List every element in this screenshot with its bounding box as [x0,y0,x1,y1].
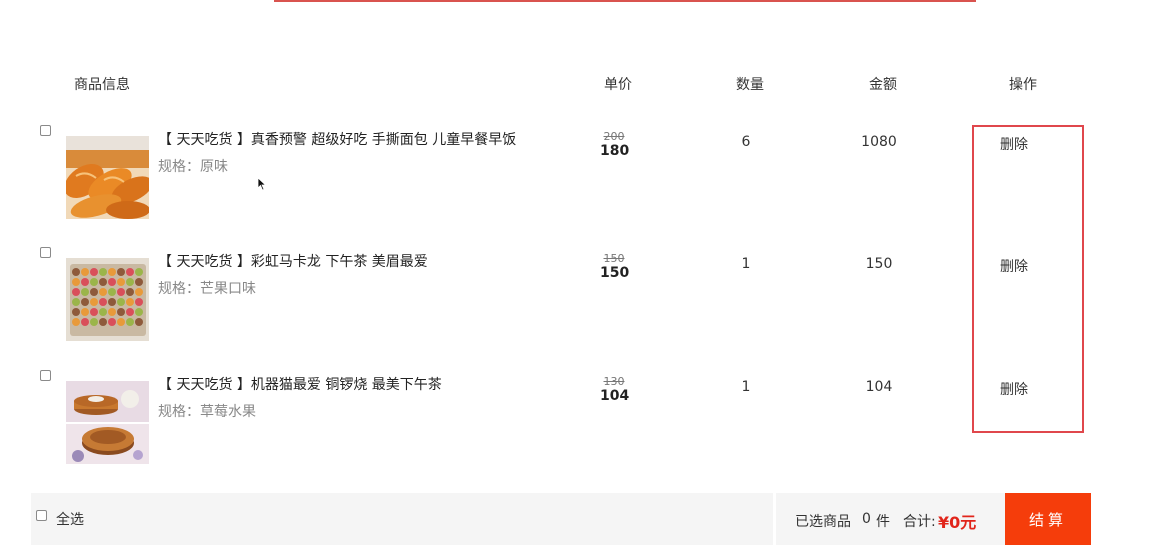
header-unit-price: 单价 [604,77,632,93]
action-column-highlight [972,125,1084,433]
header-amount: 金额 [869,77,897,93]
mouse-cursor-icon [257,177,267,191]
selected-items-label: 已选商品 [795,514,851,530]
hand-torn-bread-image [66,136,149,219]
product-spec: 规格：芒果口味 [158,281,256,297]
product-spec: 规格：草莓水果 [158,404,256,420]
macaron-tray-image [66,258,149,341]
product-spec: 规格：原味 [158,159,228,175]
item-quantity: 1 [741,256,751,272]
header-product-info: 商品信息 [74,77,130,93]
unit-price: 180 [600,143,630,159]
item-checkbox[interactable] [40,370,51,381]
product-thumbnail[interactable] [66,258,149,341]
total-label: 合计: [903,514,936,530]
unit-price: 104 [600,388,630,404]
product-title[interactable]: 【 天天吃货 】彩虹马卡龙 下午茶 美眉最爱 [158,251,428,271]
original-price: 200 [603,130,625,143]
product-title[interactable]: 【 天天吃货 】真香预警 超级好吃 手撕面包 儿童早餐早饭 [158,129,516,149]
selected-count: 0 [862,511,871,527]
item-quantity: 1 [741,379,751,395]
header-action: 操作 [1009,77,1037,93]
item-quantity: 6 [741,134,751,150]
product-title[interactable]: 【 天天吃货 】机器猫最爱 铜锣烧 最美下午茶 [158,374,442,394]
cart-footer-left [31,493,773,545]
item-amount: 1080 [861,134,897,150]
selected-unit: 件 [876,514,890,530]
header-quantity: 数量 [736,77,764,93]
product-thumbnail[interactable] [66,381,149,464]
checkout-button[interactable]: 结算 [1005,493,1091,545]
top-divider [274,0,976,2]
item-amount: 150 [865,256,893,272]
unit-price: 150 [600,265,630,281]
total-value: ¥0元 [938,513,977,532]
item-checkbox[interactable] [40,125,51,136]
original-price: 150 [603,252,625,265]
original-price: 130 [603,375,625,388]
product-thumbnail[interactable] [66,136,149,219]
select-all-checkbox[interactable] [36,510,47,521]
select-all-label[interactable]: 全选 [56,509,84,529]
item-checkbox[interactable] [40,247,51,258]
item-amount: 104 [865,379,893,395]
dorayaki-image [66,381,149,464]
